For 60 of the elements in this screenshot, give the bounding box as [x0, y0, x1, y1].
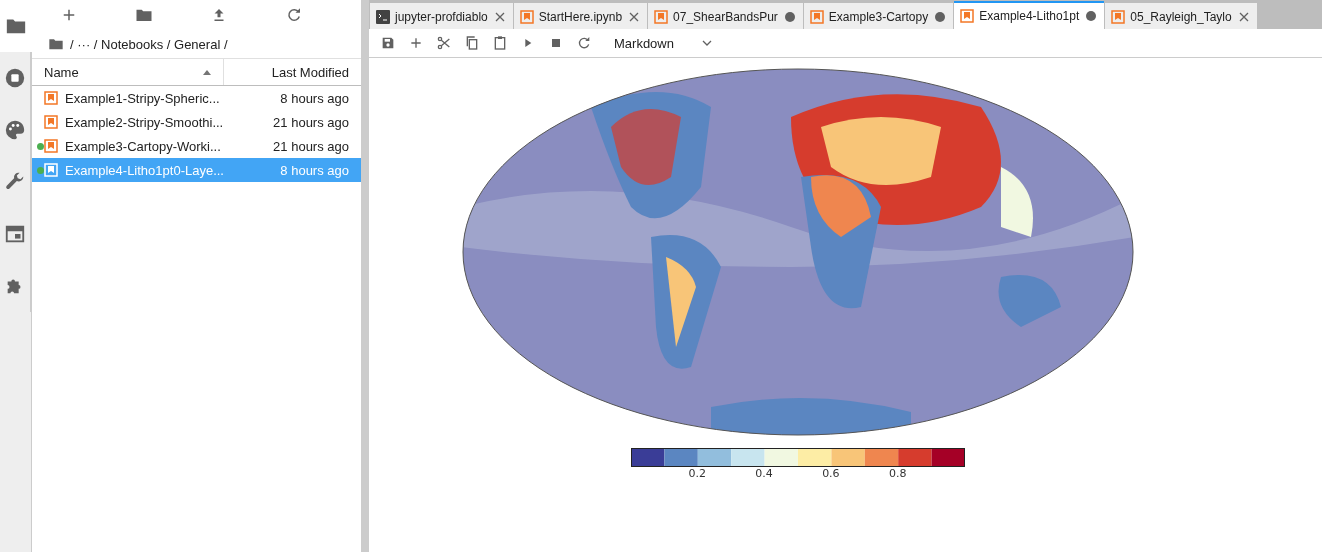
notebook-icon	[44, 91, 58, 105]
tabs-icon	[4, 223, 26, 245]
close-icon[interactable]	[494, 12, 505, 22]
notebook-tab[interactable]: Example3-Cartopy	[803, 3, 954, 29]
notebook-tab[interactable]: 05_Rayleigh_Taylo	[1105, 3, 1257, 29]
file-name: Example2-Stripy-Smoothi...	[65, 114, 225, 130]
modified-time: 8 hours ago	[280, 90, 349, 106]
file-name: Example1-Stripy-Spheric...	[65, 90, 221, 106]
palette-icon	[4, 119, 26, 141]
tab-label: 05_Rayleigh_Taylo	[1130, 10, 1232, 24]
modified-time: 21 hours ago	[273, 138, 349, 154]
breadcrumb-path[interactable]: / ··· / Notebooks / General /	[70, 36, 228, 52]
notebook-tab[interactable]: Example4-Litho1pt	[954, 1, 1105, 29]
notebook-icon	[44, 115, 58, 129]
save-icon	[380, 35, 396, 51]
tick-label: 0.6	[821, 467, 841, 480]
file-name: Example3-Cartopy-Worki...	[65, 138, 222, 154]
stop-circle-icon	[4, 67, 26, 89]
notebook-icon	[809, 10, 824, 24]
modified-time: 8 hours ago	[280, 162, 349, 178]
tab-label: Example3-Cartopy	[828, 10, 929, 24]
sort-caret-icon	[203, 69, 211, 75]
notebook-icon	[1111, 10, 1126, 24]
column-header[interactable]: Last Modified	[224, 64, 361, 80]
unsaved-dot	[935, 12, 946, 22]
file-row[interactable]: Example1-Stripy-Spheric... 8 hours ago	[32, 86, 361, 110]
name-column-header[interactable]: Name	[32, 59, 224, 85]
cell-type-dropdown[interactable]: Markdown	[609, 32, 717, 54]
notebook-tab[interactable]: 07_ShearBandsPur	[648, 3, 803, 29]
column-label: Name	[44, 64, 79, 80]
copy-icon	[464, 35, 480, 51]
file-row[interactable]: Example2-Stripy-Smoothi... 21 hours ago	[32, 110, 361, 134]
unsaved-dot	[784, 12, 795, 22]
folder-icon[interactable]	[48, 36, 64, 52]
notebook-icon	[654, 10, 669, 24]
close-icon[interactable]	[629, 12, 640, 22]
tab-label: Example4-Litho1pt	[979, 9, 1080, 23]
tab-label: StartHere.ipynb	[538, 10, 623, 24]
tick-label: 0.8	[887, 467, 908, 480]
terminal-icon	[376, 10, 390, 24]
file-row[interactable]: Example3-Cartopy-Worki... 21 hours ago	[32, 134, 361, 158]
plus-icon	[408, 35, 424, 51]
notebook-icon	[44, 139, 58, 153]
tab-label: jupyter-profdiablo	[395, 10, 488, 24]
tick-label: 0.2	[687, 467, 708, 480]
tab-label: 07_ShearBandsPur	[673, 10, 778, 24]
unsaved-dot	[1086, 11, 1097, 21]
caret-icon	[701, 40, 712, 46]
paste-icon	[492, 35, 508, 51]
tick-label: 0.4	[754, 467, 774, 480]
notebook-icon	[44, 163, 58, 177]
notebook-tab[interactable]: jupyter-profdiablo	[370, 3, 513, 29]
close-icon[interactable]	[1238, 12, 1249, 22]
notebook-tab[interactable]: StartHere.ipynb	[513, 3, 648, 29]
cut-icon	[436, 35, 452, 51]
notebook-icon	[519, 10, 534, 24]
file-name: Example4-Litho1pt0-Laye...	[65, 162, 225, 178]
modified-time: 21 hours ago	[273, 114, 349, 130]
notebook-icon	[960, 9, 975, 23]
restart-icon	[576, 35, 592, 51]
